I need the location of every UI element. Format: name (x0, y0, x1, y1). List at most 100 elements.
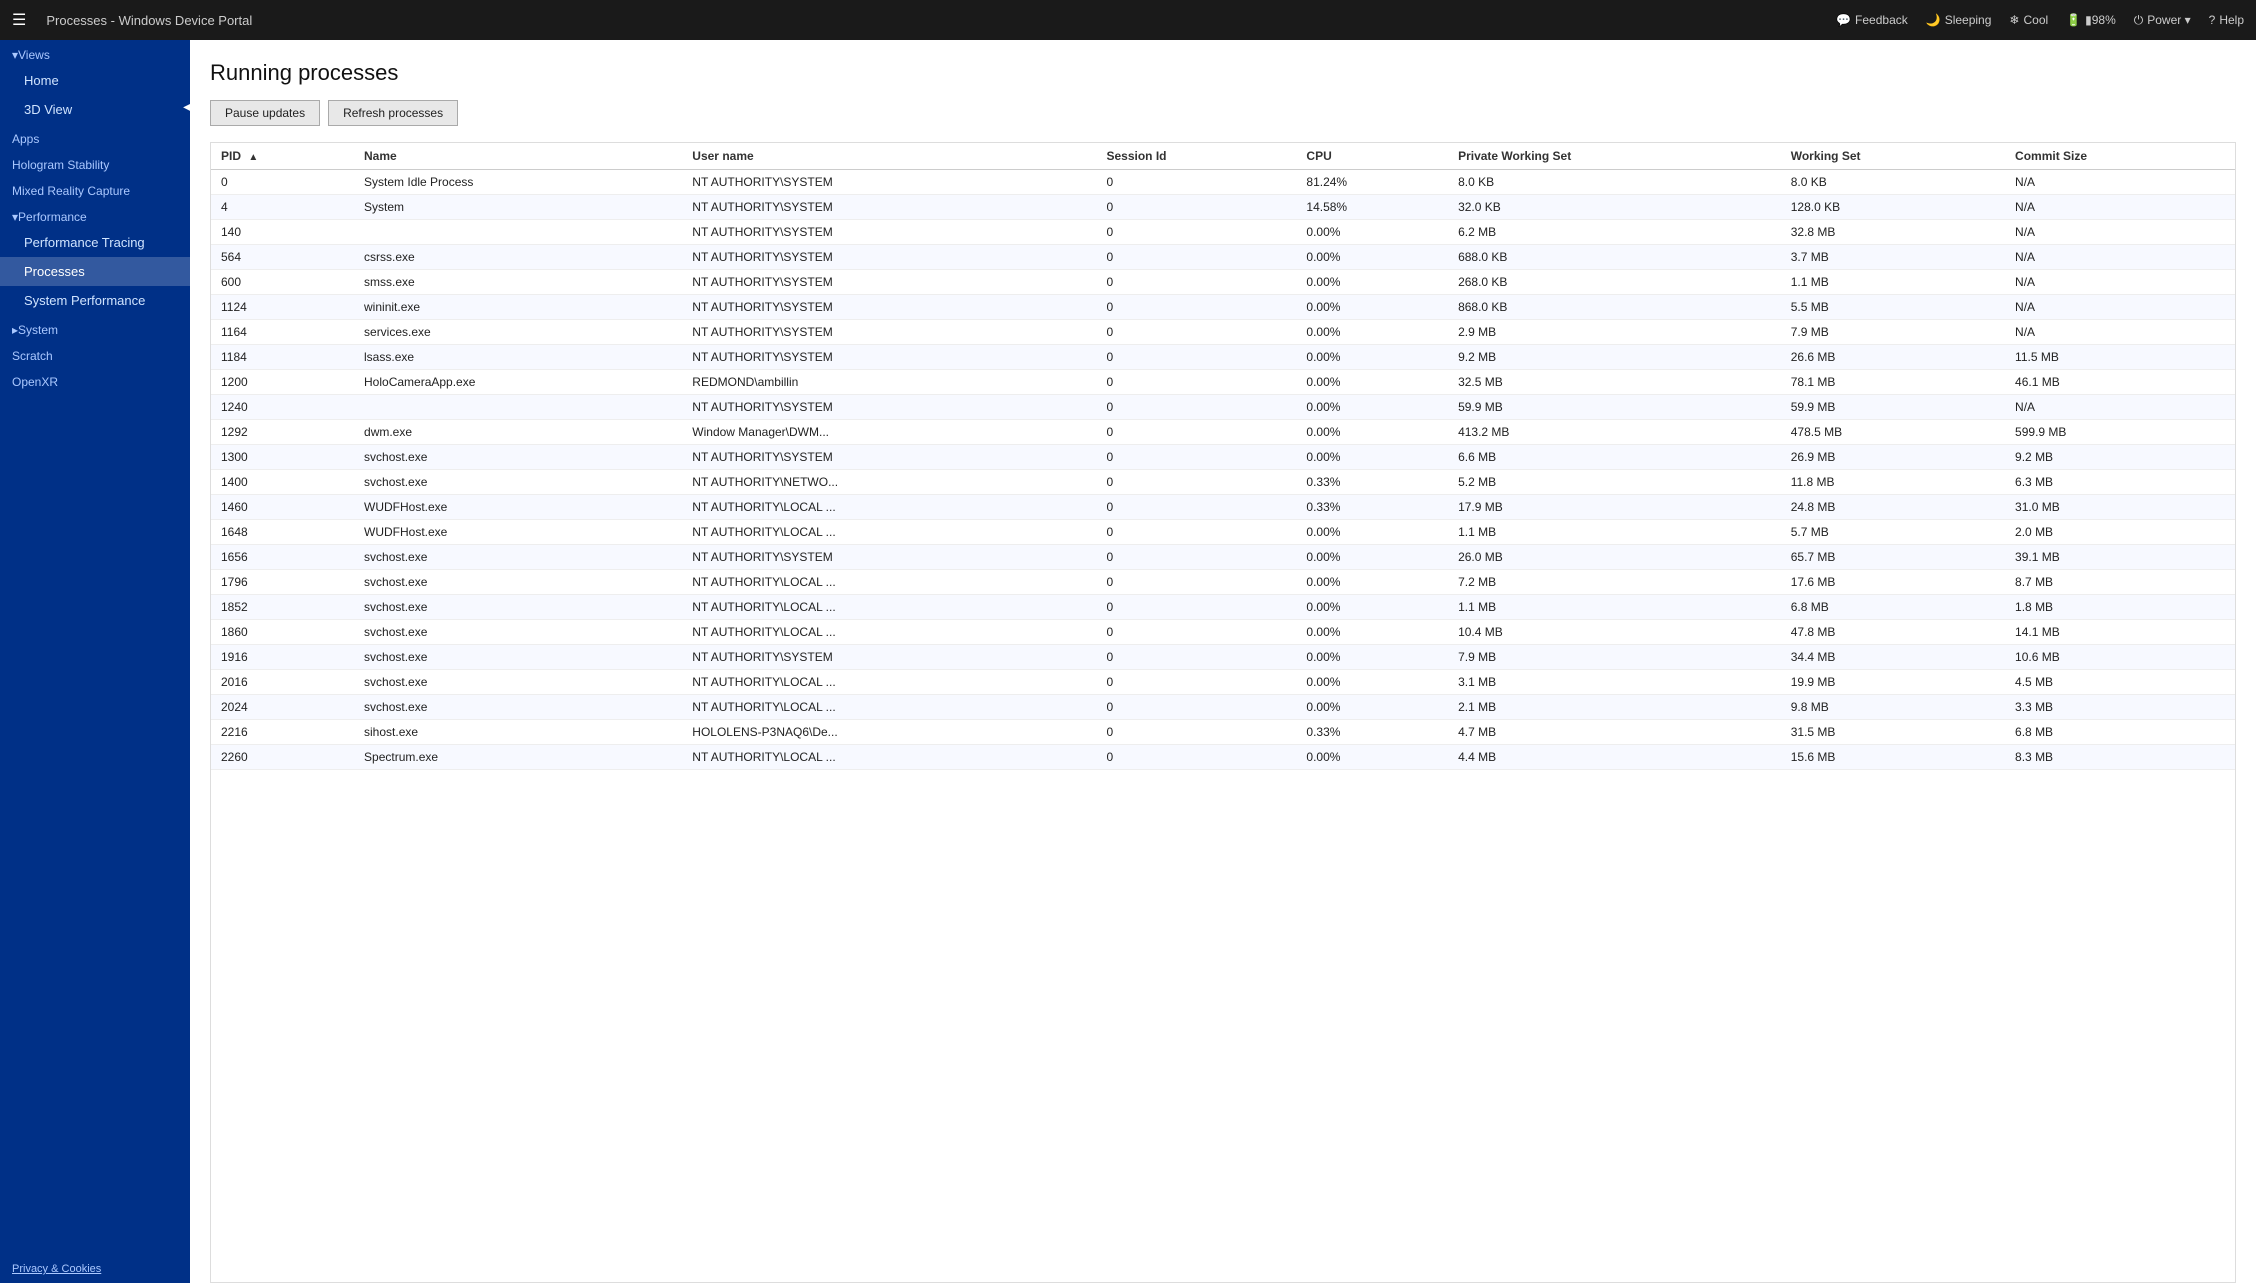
cell-pid: 564 (211, 245, 354, 270)
sidebar-section-mixed-reality[interactable]: Mixed Reality Capture (0, 176, 190, 202)
pause-updates-button[interactable]: Pause updates (210, 100, 320, 126)
cool-button[interactable]: ❄ Cool (2009, 13, 2048, 27)
cell-private_ws: 268.0 KB (1448, 270, 1781, 295)
sidebar-collapse-button[interactable]: ◀ (178, 92, 190, 122)
page-title: Running processes (210, 60, 2236, 86)
sidebar-item-performance-tracing[interactable]: Performance Tracing (0, 228, 190, 257)
cell-pid: 2016 (211, 670, 354, 695)
cell-name: svchost.exe (354, 570, 682, 595)
table-row[interactable]: 1852svchost.exeNT AUTHORITY\LOCAL ...00.… (211, 595, 2235, 620)
cell-pid: 1300 (211, 445, 354, 470)
cell-working_set: 3.7 MB (1781, 245, 2005, 270)
cell-private_ws: 4.4 MB (1448, 745, 1781, 770)
table-row[interactable]: 1916svchost.exeNT AUTHORITY\SYSTEM00.00%… (211, 645, 2235, 670)
table-row[interactable]: 4SystemNT AUTHORITY\SYSTEM014.58%32.0 KB… (211, 195, 2235, 220)
cell-name: svchost.exe (354, 695, 682, 720)
table-row[interactable]: 600smss.exeNT AUTHORITY\SYSTEM00.00%268.… (211, 270, 2235, 295)
cell-private_ws: 10.4 MB (1448, 620, 1781, 645)
cell-session: 0 (1096, 495, 1296, 520)
cell-cpu: 0.00% (1296, 220, 1448, 245)
power-button[interactable]: ⏻ Power ▾ (2134, 13, 2191, 28)
sidebar-section-views[interactable]: ▾Views (0, 40, 190, 66)
col-cpu[interactable]: CPU (1296, 143, 1448, 170)
cell-name (354, 220, 682, 245)
cell-username: NT AUTHORITY\SYSTEM (682, 220, 1096, 245)
battery-button[interactable]: 🔋 ▮98% (2066, 13, 2116, 27)
table-row[interactable]: 1124wininit.exeNT AUTHORITY\SYSTEM00.00%… (211, 295, 2235, 320)
refresh-processes-button[interactable]: Refresh processes (328, 100, 458, 126)
cell-private_ws: 8.0 KB (1448, 170, 1781, 195)
sidebar-item-processes[interactable]: Processes (0, 257, 190, 286)
sidebar-section-apps[interactable]: Apps (0, 124, 190, 150)
cell-name: svchost.exe (354, 670, 682, 695)
sidebar-item-system-performance[interactable]: System Performance (0, 286, 190, 315)
cell-pid: 1796 (211, 570, 354, 595)
sidebar-section-scratch[interactable]: Scratch (0, 341, 190, 367)
table-row[interactable]: 2024svchost.exeNT AUTHORITY\LOCAL ...00.… (211, 695, 2235, 720)
processes-table-wrapper[interactable]: PID ▲ Name User name Session Id CPU Priv… (210, 142, 2236, 1283)
sidebar-item-3dview[interactable]: 3D View (0, 95, 190, 124)
cell-working_set: 47.8 MB (1781, 620, 2005, 645)
cell-commit_size: 2.0 MB (2005, 520, 2235, 545)
sidebar-section-performance[interactable]: ▾Performance (0, 202, 190, 228)
cell-cpu: 81.24% (1296, 170, 1448, 195)
table-row[interactable]: 1240NT AUTHORITY\SYSTEM00.00%59.9 MB59.9… (211, 395, 2235, 420)
table-row[interactable]: 1796svchost.exeNT AUTHORITY\LOCAL ...00.… (211, 570, 2235, 595)
cell-pid: 1916 (211, 645, 354, 670)
cell-commit_size: 10.6 MB (2005, 645, 2235, 670)
table-row[interactable]: 1460WUDFHost.exeNT AUTHORITY\LOCAL ...00… (211, 495, 2235, 520)
table-row[interactable]: 2260Spectrum.exeNT AUTHORITY\LOCAL ...00… (211, 745, 2235, 770)
privacy-cookies-link[interactable]: Privacy & Cookies (0, 1255, 190, 1283)
cell-private_ws: 688.0 KB (1448, 245, 1781, 270)
table-row[interactable]: 1860svchost.exeNT AUTHORITY\LOCAL ...00.… (211, 620, 2235, 645)
cell-cpu: 0.00% (1296, 320, 1448, 345)
sidebar-section-system[interactable]: ▸System (0, 315, 190, 341)
table-row[interactable]: 1184lsass.exeNT AUTHORITY\SYSTEM00.00%9.… (211, 345, 2235, 370)
table-row[interactable]: 564csrss.exeNT AUTHORITY\SYSTEM00.00%688… (211, 245, 2235, 270)
cell-commit_size: 46.1 MB (2005, 370, 2235, 395)
col-name[interactable]: Name (354, 143, 682, 170)
table-row[interactable]: 140NT AUTHORITY\SYSTEM00.00%6.2 MB32.8 M… (211, 220, 2235, 245)
col-session[interactable]: Session Id (1096, 143, 1296, 170)
cell-cpu: 0.00% (1296, 245, 1448, 270)
col-commit-size[interactable]: Commit Size (2005, 143, 2235, 170)
cell-username: REDMOND\ambillin (682, 370, 1096, 395)
feedback-button[interactable]: 💬 Feedback (1836, 13, 1908, 27)
processes-table: PID ▲ Name User name Session Id CPU Priv… (211, 143, 2235, 770)
col-username[interactable]: User name (682, 143, 1096, 170)
table-row[interactable]: 1292dwm.exeWindow Manager\DWM...00.00%41… (211, 420, 2235, 445)
table-row[interactable]: 1300svchost.exeNT AUTHORITY\SYSTEM00.00%… (211, 445, 2235, 470)
table-row[interactable]: 0System Idle ProcessNT AUTHORITY\SYSTEM0… (211, 170, 2235, 195)
table-row[interactable]: 1200HoloCameraApp.exeREDMOND\ambillin00.… (211, 370, 2235, 395)
cell-cpu: 0.00% (1296, 595, 1448, 620)
cell-commit_size: 1.8 MB (2005, 595, 2235, 620)
cell-session: 0 (1096, 195, 1296, 220)
table-row[interactable]: 1656svchost.exeNT AUTHORITY\SYSTEM00.00%… (211, 545, 2235, 570)
cell-username: HOLOLENS-P3NAQ6\De... (682, 720, 1096, 745)
cell-private_ws: 6.6 MB (1448, 445, 1781, 470)
hamburger-icon[interactable]: ☰ (12, 10, 26, 30)
cell-username: NT AUTHORITY\LOCAL ... (682, 620, 1096, 645)
cell-name: WUDFHost.exe (354, 495, 682, 520)
cell-session: 0 (1096, 170, 1296, 195)
cell-working_set: 34.4 MB (1781, 645, 2005, 670)
cell-username: NT AUTHORITY\SYSTEM (682, 295, 1096, 320)
col-working-set[interactable]: Working Set (1781, 143, 2005, 170)
table-row[interactable]: 2216sihost.exeHOLOLENS-P3NAQ6\De...00.33… (211, 720, 2235, 745)
cell-cpu: 0.00% (1296, 745, 1448, 770)
sleeping-button[interactable]: 🌙 Sleeping (1926, 13, 1992, 27)
col-private-ws[interactable]: Private Working Set (1448, 143, 1781, 170)
col-pid[interactable]: PID ▲ (211, 143, 354, 170)
table-row[interactable]: 1400svchost.exeNT AUTHORITY\NETWO...00.3… (211, 470, 2235, 495)
sidebar-item-home[interactable]: Home (0, 66, 190, 95)
cell-commit_size: 14.1 MB (2005, 620, 2235, 645)
cell-private_ws: 4.7 MB (1448, 720, 1781, 745)
table-row[interactable]: 1164services.exeNT AUTHORITY\SYSTEM00.00… (211, 320, 2235, 345)
help-button[interactable]: ? Help (2209, 13, 2244, 27)
sidebar-section-openxr[interactable]: OpenXR (0, 367, 190, 393)
cell-private_ws: 59.9 MB (1448, 395, 1781, 420)
sidebar-section-hologram[interactable]: Hologram Stability (0, 150, 190, 176)
cell-cpu: 0.00% (1296, 395, 1448, 420)
table-row[interactable]: 1648WUDFHost.exeNT AUTHORITY\LOCAL ...00… (211, 520, 2235, 545)
table-row[interactable]: 2016svchost.exeNT AUTHORITY\LOCAL ...00.… (211, 670, 2235, 695)
